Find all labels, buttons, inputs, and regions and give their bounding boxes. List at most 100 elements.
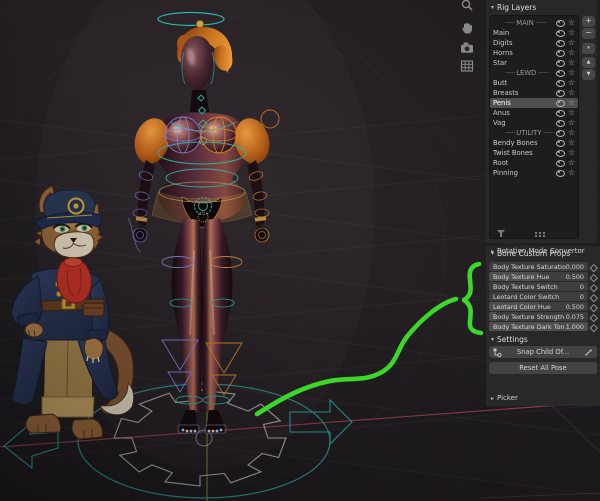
prop-value: 0.000: [566, 263, 584, 271]
rig-layer-row[interactable]: Anus ☆: [490, 108, 578, 118]
rig-layer-row[interactable]: UTILITY ☆: [490, 128, 578, 138]
rig-layers-listbox[interactable]: MAIN ☆ Main ☆ Digits ☆: [489, 15, 579, 239]
rig-layer-label: UTILITY: [493, 129, 555, 137]
rig-layer-label: Main: [493, 29, 509, 37]
list-move-down-button[interactable]: ▼: [582, 69, 595, 80]
prop-slider[interactable]: Body Texture Saturatio 0.000: [489, 262, 588, 271]
rig-layer-label: Star: [493, 59, 507, 67]
visibility-eye-icon[interactable]: [556, 150, 565, 157]
favorite-star-icon[interactable]: ☆: [568, 69, 575, 77]
bone-props-panel: ▾ Bone Custom Props Body Texture Saturat…: [486, 246, 600, 406]
favorite-star-icon[interactable]: ☆: [568, 119, 575, 127]
animate-decorator-icon[interactable]: [588, 262, 597, 271]
chevron-right-icon: ▸: [491, 248, 494, 255]
collapsed-panel-header[interactable]: ▸ Rotation Mode Convertor: [491, 246, 585, 256]
rig-layer-row[interactable]: Root ☆: [490, 158, 578, 168]
visibility-eye-icon[interactable]: [556, 60, 565, 67]
favorite-star-icon[interactable]: ☆: [568, 29, 575, 37]
favorite-star-icon[interactable]: ☆: [568, 109, 575, 117]
rig-layer-row[interactable]: Butt ☆: [490, 78, 578, 88]
visibility-eye-icon[interactable]: [556, 80, 565, 87]
rig-layer-label: Digits: [493, 39, 513, 47]
rig-layer-label: Twist Bones: [493, 149, 533, 157]
favorite-star-icon[interactable]: ☆: [568, 159, 575, 167]
prop-slider[interactable]: Body Texture Hue 0.500: [489, 272, 588, 281]
reset-all-pose-button[interactable]: Reset All Pose: [489, 362, 597, 374]
camera-icon[interactable]: [459, 40, 475, 56]
visibility-eye-icon[interactable]: [556, 140, 565, 147]
rig-layer-row[interactable]: Twist Bones ☆: [490, 148, 578, 158]
rig-layer-row[interactable]: LEWD ☆: [490, 68, 578, 78]
rig-layer-label: Breasts: [493, 89, 518, 97]
animate-decorator-icon[interactable]: [588, 272, 597, 281]
rig-layer-row[interactable]: Bendy Bones ☆: [490, 138, 578, 148]
prop-slider[interactable]: Body Texture Switch 0: [489, 282, 588, 291]
prop-value: 0.075: [566, 313, 584, 321]
panel-title: Rotation Mode Convertor: [497, 247, 585, 255]
list-remove-button[interactable]: −: [582, 28, 595, 39]
visibility-eye-icon[interactable]: [556, 170, 565, 177]
visibility-eye-icon[interactable]: [556, 130, 565, 137]
rig-layer-row[interactable]: Penis ☆: [490, 98, 578, 108]
prop-slider[interactable]: Body Texture Strength 0.075: [489, 312, 588, 321]
animate-decorator-icon[interactable]: [588, 322, 597, 331]
prop-value: 0.500: [566, 273, 584, 281]
favorite-star-icon[interactable]: ☆: [568, 19, 575, 27]
visibility-eye-icon[interactable]: [556, 50, 565, 57]
rig-layer-row[interactable]: Main ☆: [490, 28, 578, 38]
prop-slider[interactable]: Leotard Color Hue 0.500: [489, 302, 588, 311]
visibility-eye-icon[interactable]: [556, 110, 565, 117]
rig-layer-row[interactable]: Star ☆: [490, 58, 578, 68]
rig-layer-label: Root: [493, 159, 508, 167]
animate-decorator-icon[interactable]: [588, 312, 597, 321]
rig-layer-row[interactable]: Vag ☆: [490, 118, 578, 128]
visibility-eye-icon[interactable]: [556, 30, 565, 37]
visibility-eye-icon[interactable]: [556, 40, 565, 47]
settings-header[interactable]: ▾ Settings: [491, 334, 528, 345]
favorite-star-icon[interactable]: ☆: [568, 89, 575, 97]
visibility-eye-icon[interactable]: [556, 160, 565, 167]
favorite-star-icon[interactable]: ☆: [568, 129, 575, 137]
zoom-icon[interactable]: [459, 0, 475, 14]
favorite-star-icon[interactable]: ☆: [568, 49, 575, 57]
favorite-star-icon[interactable]: ☆: [568, 59, 575, 67]
favorite-star-icon[interactable]: ☆: [568, 169, 575, 177]
visibility-eye-icon[interactable]: [556, 70, 565, 77]
list-specials-button[interactable]: ▾: [582, 43, 595, 54]
snap-child-of-button[interactable]: Snap Child Of...: [489, 346, 597, 358]
list-add-button[interactable]: +: [582, 16, 595, 27]
prop-value: 0: [580, 293, 584, 301]
prop-slider[interactable]: Body Texture Dark Ton 1.000: [489, 322, 588, 331]
visibility-eye-icon[interactable]: [556, 100, 565, 107]
rig-layer-row[interactable]: Pinning ☆: [490, 168, 578, 178]
favorite-star-icon[interactable]: ☆: [568, 139, 575, 147]
animate-decorator-icon[interactable]: [588, 282, 597, 291]
chevron-down-icon: ▾: [491, 336, 494, 343]
favorite-star-icon[interactable]: ☆: [568, 149, 575, 157]
rig-layers-header[interactable]: ▾ Rig Layers: [491, 2, 536, 13]
prop-slider[interactable]: Leotard Color Switch 0: [489, 292, 588, 301]
animate-decorator-icon[interactable]: [588, 302, 597, 311]
orthographic-grid-icon[interactable]: [459, 58, 475, 74]
resize-grip-handle[interactable]: [535, 232, 537, 234]
collapsed-panel-header[interactable]: ▸ Picker: [491, 393, 518, 403]
list-move-up-button[interactable]: ▲: [582, 57, 595, 68]
eyedropper-icon[interactable]: [584, 348, 593, 359]
visibility-eye-icon[interactable]: [556, 20, 565, 27]
animate-decorator-icon[interactable]: [588, 292, 597, 301]
filter-icon[interactable]: [497, 230, 505, 237]
chevron-right-icon: ▸: [491, 395, 494, 402]
rig-layer-row[interactable]: Digits ☆: [490, 38, 578, 48]
pan-hand-icon[interactable]: [459, 20, 475, 36]
favorite-star-icon[interactable]: ☆: [568, 79, 575, 87]
rig-layer-row[interactable]: Breasts ☆: [490, 88, 578, 98]
favorite-star-icon[interactable]: ☆: [568, 99, 575, 107]
visibility-eye-icon[interactable]: [556, 120, 565, 127]
visibility-eye-icon[interactable]: [556, 90, 565, 97]
chevron-down-icon: ▾: [491, 4, 494, 11]
rig-layer-row[interactable]: Horns ☆: [490, 48, 578, 58]
rig-layer-label: Anus: [493, 109, 510, 117]
panel-title: Settings: [497, 335, 528, 344]
favorite-star-icon[interactable]: ☆: [568, 39, 575, 47]
rig-layer-row[interactable]: MAIN ☆: [490, 18, 578, 28]
